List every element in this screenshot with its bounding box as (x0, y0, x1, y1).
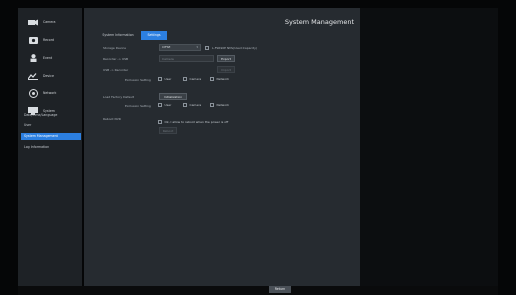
exclusion-option-user-2[interactable]: User (158, 103, 171, 107)
sidebar-subitem-date-time-language[interactable]: Date/Time/Language (21, 112, 81, 119)
sidebar-item-label: Record (43, 38, 55, 42)
storage-device-value: CIFSE (162, 45, 171, 49)
checkbox[interactable] (183, 77, 187, 81)
sidebar-item-label: Camera (43, 20, 56, 24)
right-area (360, 8, 498, 286)
exclusion-option-network-2[interactable]: Network (210, 103, 229, 107)
option-label: Network (216, 103, 230, 107)
reboot-label: Reboot NVR (103, 117, 121, 121)
sidebar-subitem-system-management[interactable]: System Management (21, 133, 81, 140)
option-label: User (164, 103, 172, 107)
storage-device-label: Storage Device (103, 46, 126, 50)
sidebar-item-record[interactable]: Record (20, 34, 80, 46)
sidebar-subitem-user[interactable]: User (21, 122, 81, 129)
checkbox[interactable] (210, 77, 214, 81)
exclusion-setting-label: Exclusion Setting (125, 78, 151, 82)
camera-icon (28, 18, 38, 26)
sidebar-item-device[interactable]: Device (20, 70, 80, 82)
exclusion-option-user[interactable]: User (158, 77, 171, 81)
option-label: Camera (189, 77, 202, 81)
reboot-button[interactable]: Reboot (159, 127, 177, 134)
event-icon (28, 54, 38, 62)
chevron-down-icon: ▾ (196, 45, 198, 49)
checkbox[interactable] (158, 103, 162, 107)
option-label: Ok, I allow to reboot when the power is … (164, 120, 229, 124)
sidebar-subitem-log-information[interactable]: Log Information (21, 144, 81, 151)
storage-device-select[interactable]: CIFSE ▾ (159, 44, 201, 51)
bottom-bar (18, 286, 498, 295)
return-button[interactable]: Return (269, 286, 291, 293)
initialization-button[interactable]: Initialization (159, 93, 187, 100)
storage-device-checkbox-label: L-FSR90E Ntfs(Used:Capacity) (212, 46, 258, 50)
sidebar-item-network[interactable]: Network (20, 87, 80, 99)
option-label: Network (216, 77, 230, 81)
sidebar-item-label: Device (43, 74, 54, 78)
tab-settings[interactable]: Settings (141, 31, 167, 40)
sidebar: Camera Record Event Device Network Syste… (18, 8, 82, 286)
checkbox[interactable] (210, 103, 214, 107)
recorder-to-usb-label: Recorder -> USB (103, 57, 129, 61)
sidebar-item-camera[interactable]: Camera (20, 16, 80, 28)
checkbox[interactable] (183, 103, 187, 107)
page-title: System Management (284, 18, 354, 26)
export-button[interactable]: Export (217, 55, 235, 62)
storage-device-checkbox[interactable] (205, 45, 209, 50)
checkbox[interactable] (158, 77, 162, 81)
device-icon (28, 72, 38, 80)
usb-to-recorder-label: USB -> Recorder (103, 68, 129, 72)
sidebar-item-label: Event (43, 56, 53, 60)
sidebar-item-label: Network (43, 91, 57, 95)
option-label: Camera (189, 103, 202, 107)
tab-system-information[interactable]: System Information (98, 31, 138, 40)
reboot-confirm-option[interactable]: Ok, I allow to reboot when the power is … (158, 120, 228, 124)
exclusion-setting-label-2: Exclusion Setting (125, 104, 151, 108)
import-button[interactable]: Import (217, 66, 235, 73)
network-icon (28, 88, 38, 98)
exclusion-option-network[interactable]: Network (210, 77, 229, 81)
exclusion-option-camera-2[interactable]: Camera (183, 103, 201, 107)
record-icon (28, 36, 38, 44)
exclusion-option-camera[interactable]: Camera (183, 77, 201, 81)
option-label: User (164, 77, 172, 81)
load-factory-default-label: Load Factory Default (103, 95, 135, 99)
recorder-to-usb-input[interactable]: Camera (159, 55, 214, 62)
sidebar-item-event[interactable]: Event (20, 52, 80, 64)
checkbox[interactable] (158, 120, 162, 124)
